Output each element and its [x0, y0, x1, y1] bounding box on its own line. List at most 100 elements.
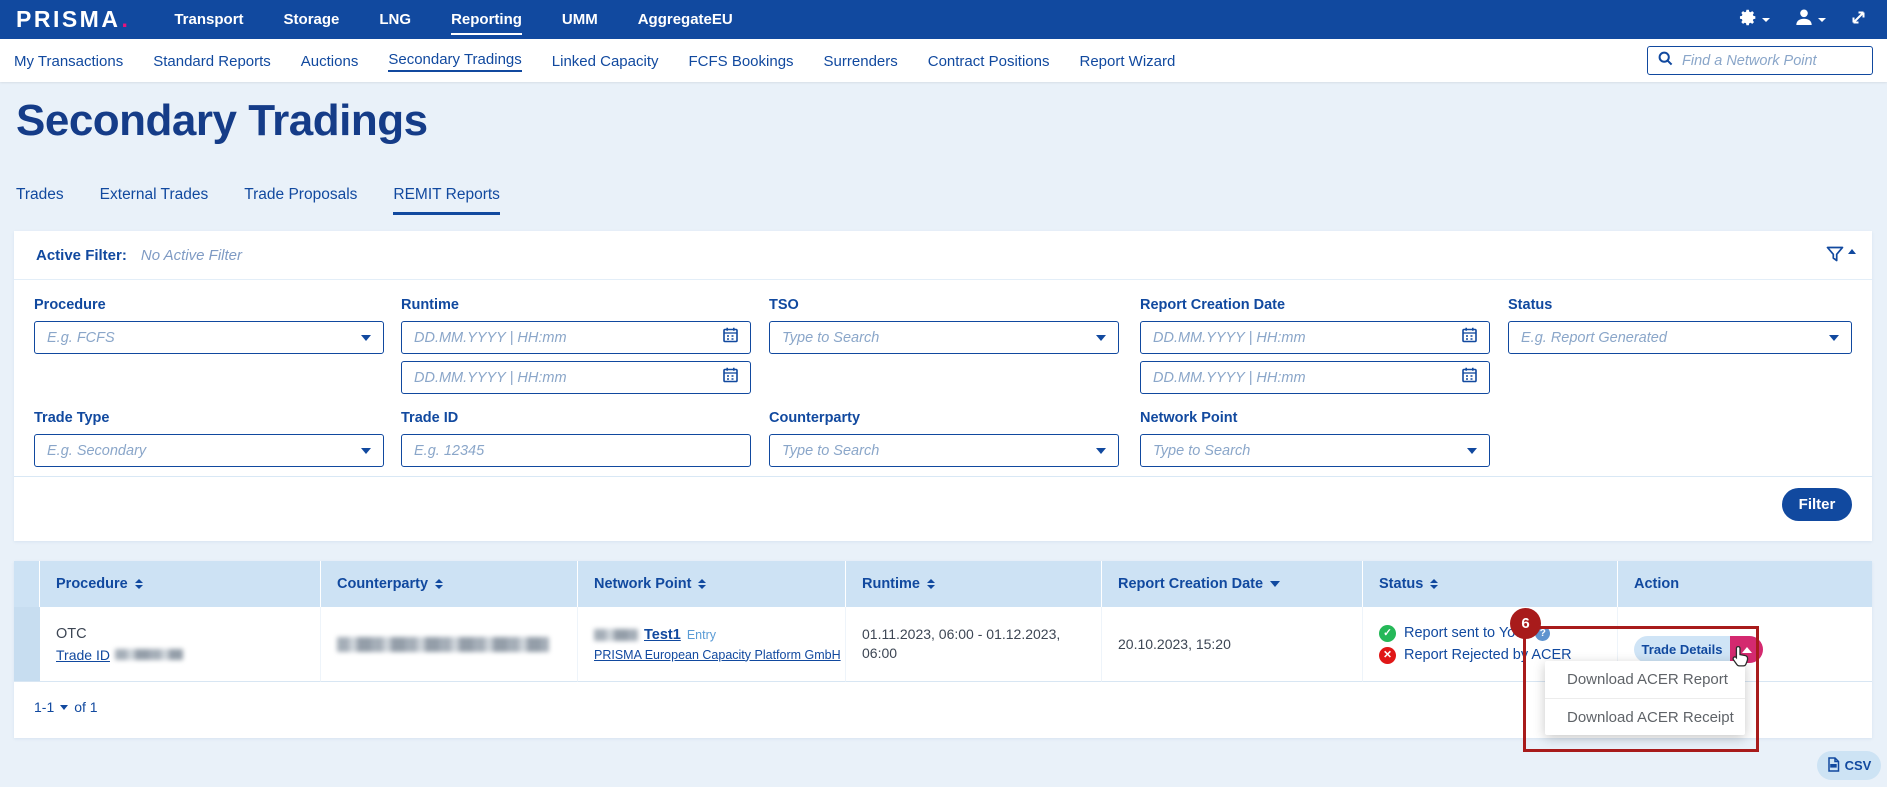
chevron-up-icon	[1848, 249, 1856, 254]
trade-id-text: Trade ID	[56, 647, 110, 663]
runtime-to-input[interactable]: DD.MM.YYYY | HH:mm	[401, 361, 751, 394]
csv-file-icon	[1827, 757, 1840, 775]
logo-accent-dot: .	[121, 6, 130, 33]
nav-item-lng[interactable]: LNG	[379, 0, 411, 39]
network-point-direction: Entry	[687, 628, 716, 642]
subnav-item-report-wizard[interactable]: Report Wizard	[1079, 51, 1175, 70]
calendar-icon[interactable]	[723, 327, 738, 348]
gear-icon	[1739, 8, 1758, 32]
calendar-icon[interactable]	[1462, 367, 1477, 388]
chevron-down-icon	[1762, 18, 1770, 22]
status-filter-label: Status	[1508, 297, 1552, 313]
cell-procedure: OTC Trade ID	[40, 607, 321, 682]
selector-column-header	[14, 561, 40, 607]
subnav-item-auctions[interactable]: Auctions	[301, 51, 359, 70]
trade-id-input[interactable]: E.g. 12345	[401, 434, 751, 467]
redacted-counterparty	[337, 637, 549, 652]
sort-icon	[1430, 579, 1438, 589]
row-selector-stripe[interactable]	[14, 607, 40, 682]
calendar-icon[interactable]	[723, 367, 738, 388]
trade-details-menu-toggle[interactable]	[1730, 636, 1763, 663]
tab-external-trades[interactable]: External Trades	[100, 186, 209, 215]
topbar-icon-group	[1739, 7, 1867, 32]
menu-item-download-acer-report[interactable]: Download ACER Report	[1545, 661, 1745, 698]
counterparty-select[interactable]: Type to Search	[769, 434, 1119, 467]
network-point-operator-link[interactable]: PRISMA European Capacity Platform GmbH	[594, 648, 845, 662]
prisma-logo[interactable]: PRISMA.	[16, 6, 130, 33]
column-label: Network Point	[594, 576, 691, 592]
counterparty-filter-label: Counterparty	[769, 410, 860, 426]
settings-menu-button[interactable]	[1739, 8, 1770, 32]
nav-item-umm[interactable]: UMM	[562, 0, 598, 39]
user-menu-button[interactable]	[1794, 7, 1826, 32]
collapse-view-button[interactable]	[1850, 9, 1867, 31]
runtime-from-input[interactable]: DD.MM.YYYY | HH:mm	[401, 321, 751, 354]
top-navigation-bar: PRISMA. Transport Storage LNG Reporting …	[0, 0, 1887, 39]
subnav-item-contract-positions[interactable]: Contract Positions	[928, 51, 1050, 70]
success-check-icon: ✓	[1379, 625, 1396, 642]
subnav-item-my-transactions[interactable]: My Transactions	[14, 51, 123, 70]
chevron-up-icon	[1742, 647, 1752, 653]
pagination-range: 1-1	[34, 699, 54, 715]
tab-trades[interactable]: Trades	[16, 186, 64, 215]
column-header-procedure[interactable]: Procedure	[40, 561, 321, 607]
runtime-value: 01.11.2023, 06:00 - 01.12.2023, 06:00	[862, 625, 1076, 663]
subnav-item-secondary-tradings[interactable]: Secondary Tradings	[388, 49, 521, 72]
column-header-network-point[interactable]: Network Point	[578, 561, 846, 607]
pagination-dropdown-caret[interactable]	[60, 705, 68, 710]
sort-icon	[927, 579, 935, 589]
report-creation-date-to-input[interactable]: DD.MM.YYYY | HH:mm	[1140, 361, 1490, 394]
network-point-search-input[interactable]: Find a Network Point	[1647, 46, 1873, 75]
nav-item-transport[interactable]: Transport	[174, 0, 243, 39]
section-navigation-bar: My Transactions Standard Reports Auction…	[0, 39, 1887, 82]
redacted-network-point-prefix	[594, 629, 638, 641]
subnav-item-linked-capacity[interactable]: Linked Capacity	[552, 51, 659, 70]
tso-select[interactable]: Type to Search	[769, 321, 1119, 354]
trade-id-filter-label: Trade ID	[401, 410, 458, 426]
network-point-link[interactable]: Test1	[644, 627, 681, 643]
trade-type-filter-label: Trade Type	[34, 410, 109, 426]
filter-collapse-toggle[interactable]	[1825, 245, 1856, 269]
sort-desc-icon	[1270, 581, 1280, 587]
report-creation-date-filter-label: Report Creation Date	[1140, 297, 1285, 313]
nav-item-aggregateeu[interactable]: AggregateEU	[638, 0, 733, 39]
filter-button[interactable]: Filter	[1782, 488, 1852, 521]
tab-trade-proposals[interactable]: Trade Proposals	[244, 186, 357, 215]
active-filter-row: Active Filter: No Active Filter	[14, 231, 1872, 280]
table-header-row: Procedure Counterparty Network Point Run…	[14, 561, 1872, 607]
pagination-total: of 1	[74, 699, 97, 715]
tab-remit-reports[interactable]: REMIT Reports	[393, 186, 500, 215]
report-creation-date-value: 20.10.2023, 15:20	[1118, 636, 1362, 652]
trade-id-link[interactable]: Trade ID	[56, 647, 183, 663]
procedure-select[interactable]: E.g. FCFS	[34, 321, 384, 354]
report-creation-date-from-input[interactable]: DD.MM.YYYY | HH:mm	[1140, 321, 1490, 354]
counterparty-placeholder: Type to Search	[782, 443, 879, 459]
user-icon	[1794, 7, 1814, 32]
status-select[interactable]: E.g. Report Generated	[1508, 321, 1852, 354]
subnav-item-standard-reports[interactable]: Standard Reports	[153, 51, 271, 70]
active-filter-value: No Active Filter	[141, 247, 242, 264]
menu-item-download-acer-receipt[interactable]: Download ACER Receipt	[1545, 698, 1745, 735]
network-point-select[interactable]: Type to Search	[1140, 434, 1490, 467]
column-header-status[interactable]: Status	[1363, 561, 1618, 607]
column-header-counterparty[interactable]: Counterparty	[321, 561, 578, 607]
trade-id-placeholder: E.g. 12345	[414, 443, 484, 459]
nav-item-storage[interactable]: Storage	[284, 0, 340, 39]
subnav-item-fcfs-bookings[interactable]: FCFS Bookings	[689, 51, 794, 70]
trade-details-button[interactable]: Trade Details	[1634, 636, 1730, 663]
status-line-sent: ✓ Report sent to You ?	[1379, 625, 1617, 642]
trade-type-select[interactable]: E.g. Secondary	[34, 434, 384, 467]
calendar-icon[interactable]	[1462, 327, 1477, 348]
nav-item-reporting[interactable]: Reporting	[451, 0, 522, 39]
column-label: Action	[1634, 576, 1679, 592]
export-csv-button[interactable]: CSV	[1817, 751, 1881, 780]
tso-filter-label: TSO	[769, 297, 799, 313]
network-point-placeholder: Type to Search	[1153, 443, 1250, 459]
procedure-filter-label: Procedure	[34, 297, 106, 313]
procedure-placeholder: E.g. FCFS	[47, 330, 115, 346]
column-header-report-creation-date[interactable]: Report Creation Date	[1102, 561, 1363, 607]
active-filter-label: Active Filter:	[36, 247, 127, 264]
cell-report-creation-date: 20.10.2023, 15:20	[1102, 607, 1363, 682]
column-header-runtime[interactable]: Runtime	[846, 561, 1102, 607]
subnav-item-surrenders[interactable]: Surrenders	[824, 51, 898, 70]
